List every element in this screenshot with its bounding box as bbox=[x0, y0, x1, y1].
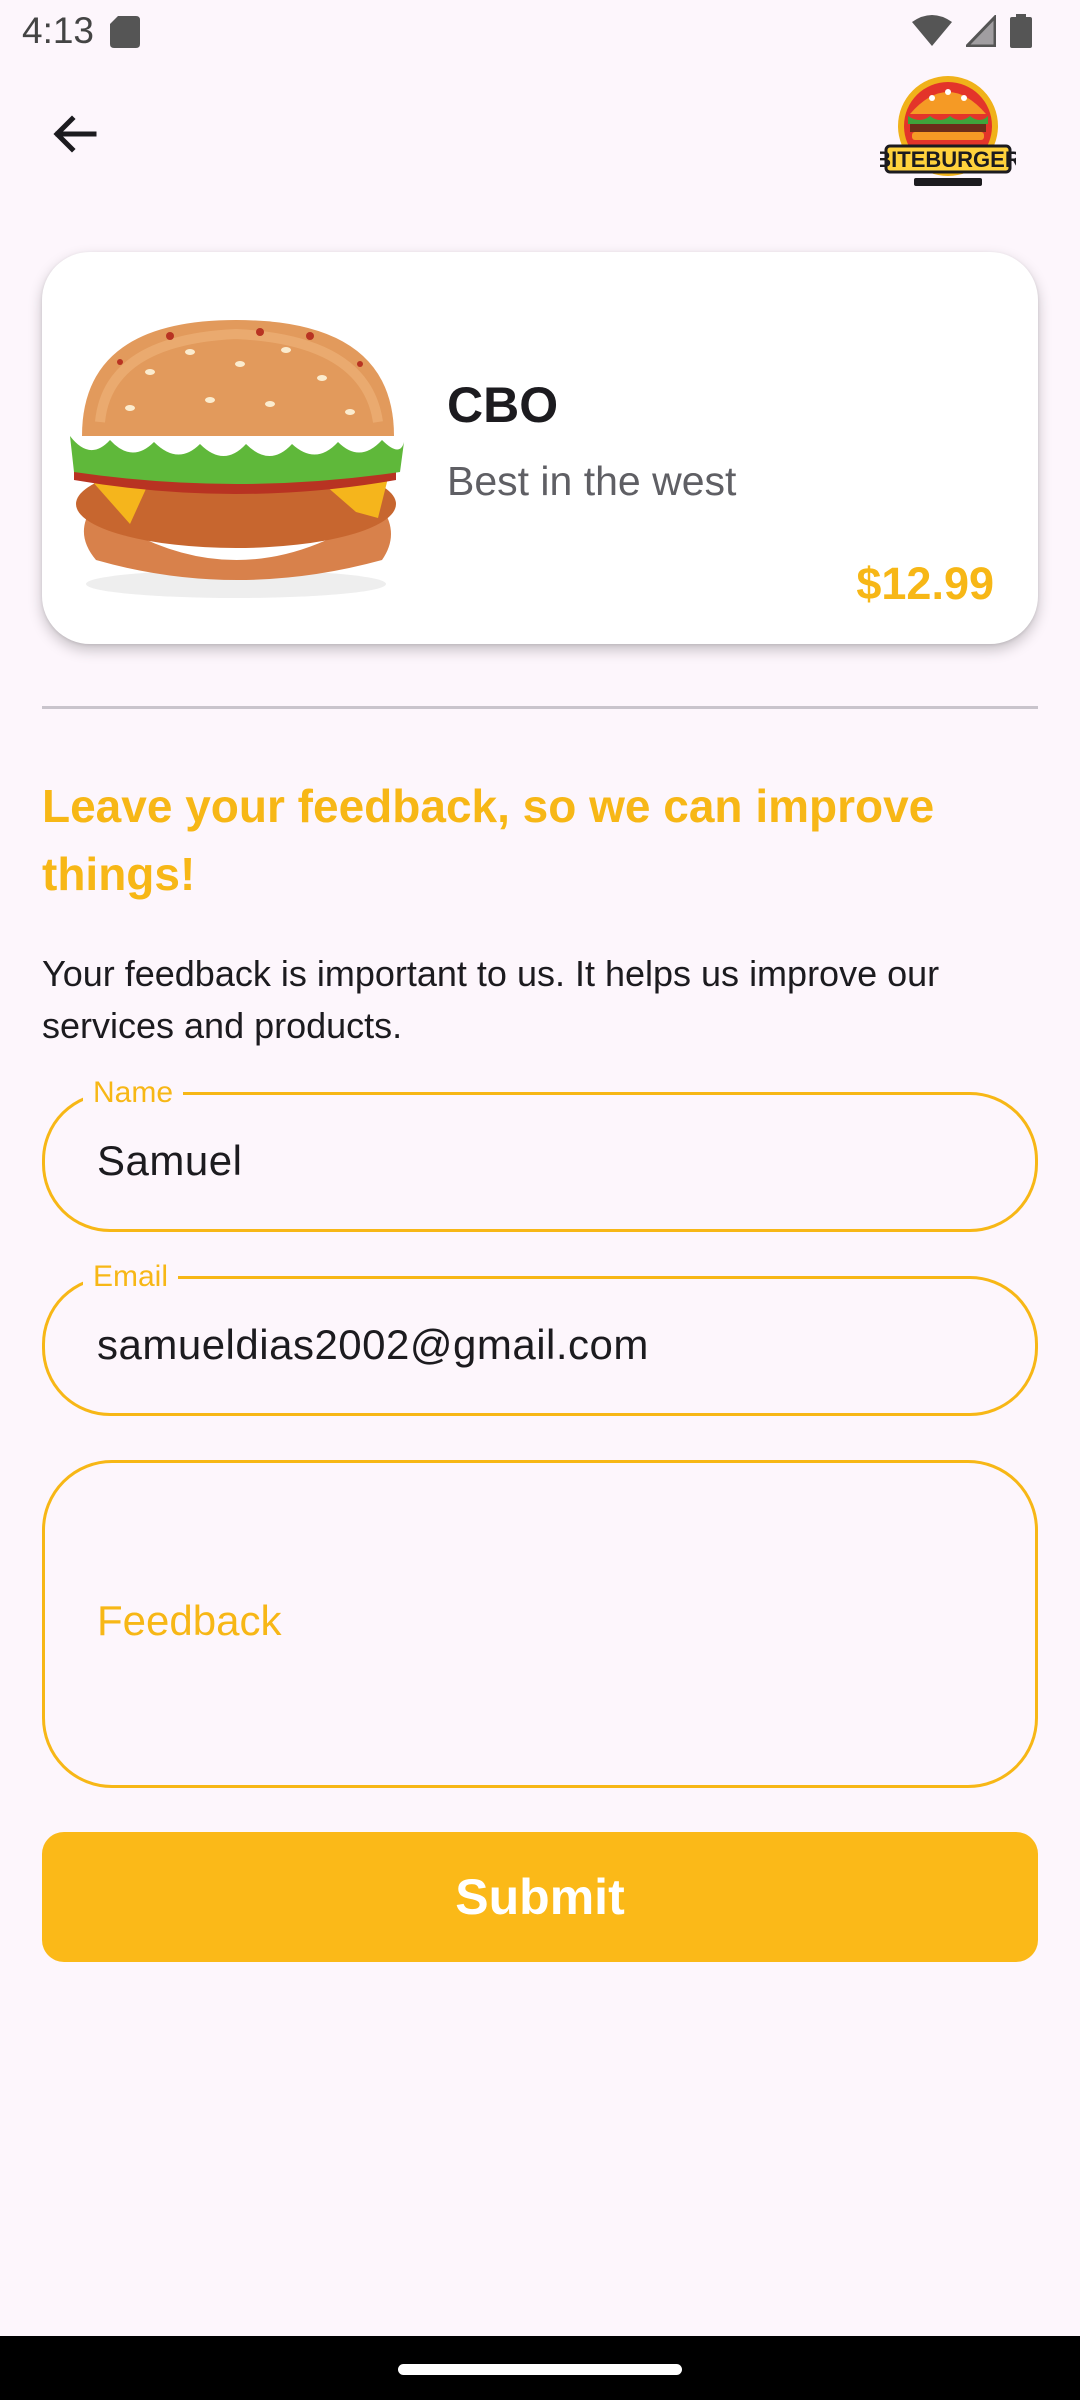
status-icons bbox=[912, 14, 1032, 48]
product-card[interactable]: CBO Best in the west $12.99 bbox=[42, 252, 1038, 644]
feedback-textarea[interactable]: Feedback bbox=[42, 1460, 1038, 1788]
feedback-screen: 4:13 BITEBURGER CBO Best in the west $12… bbox=[0, 0, 1080, 2400]
burger-image bbox=[70, 320, 404, 598]
biteburger-logo: BITEBURGER bbox=[880, 76, 1016, 186]
signal-icon bbox=[966, 15, 996, 47]
status-time: 4:13 bbox=[22, 10, 95, 51]
home-gesture-handle[interactable] bbox=[398, 2364, 682, 2375]
battery-icon bbox=[1010, 14, 1032, 48]
back-button[interactable] bbox=[36, 96, 112, 172]
product-description: Best in the west bbox=[447, 458, 737, 504]
product-price: $12.99 bbox=[856, 558, 994, 609]
submit-button[interactable]: Submit bbox=[42, 1832, 1038, 1962]
sd-card-icon bbox=[110, 16, 140, 48]
feedback-heading: Leave your feedback, so we can improve t… bbox=[42, 780, 935, 900]
name-field-value[interactable]: Samuel bbox=[97, 1137, 242, 1185]
divider bbox=[42, 706, 1038, 709]
product-name: CBO bbox=[447, 377, 559, 433]
feedback-intro-text: Your feedback is important to us. It hel… bbox=[42, 953, 940, 1046]
name-field[interactable]: Name Samuel bbox=[42, 1073, 1038, 1232]
email-field-label: Email bbox=[83, 1257, 179, 1297]
email-field-value[interactable]: samueldias2002@gmail.com bbox=[97, 1321, 649, 1369]
status-bar: 4:13 bbox=[0, 0, 1080, 64]
logo-text: BITEBURGER bbox=[880, 147, 1016, 172]
feedback-placeholder: Feedback bbox=[97, 1597, 282, 1644]
arrow-back-icon bbox=[53, 115, 97, 153]
name-field-label: Name bbox=[83, 1073, 184, 1113]
wifi-icon bbox=[912, 15, 952, 46]
email-field[interactable]: Email samueldias2002@gmail.com bbox=[42, 1257, 1038, 1416]
